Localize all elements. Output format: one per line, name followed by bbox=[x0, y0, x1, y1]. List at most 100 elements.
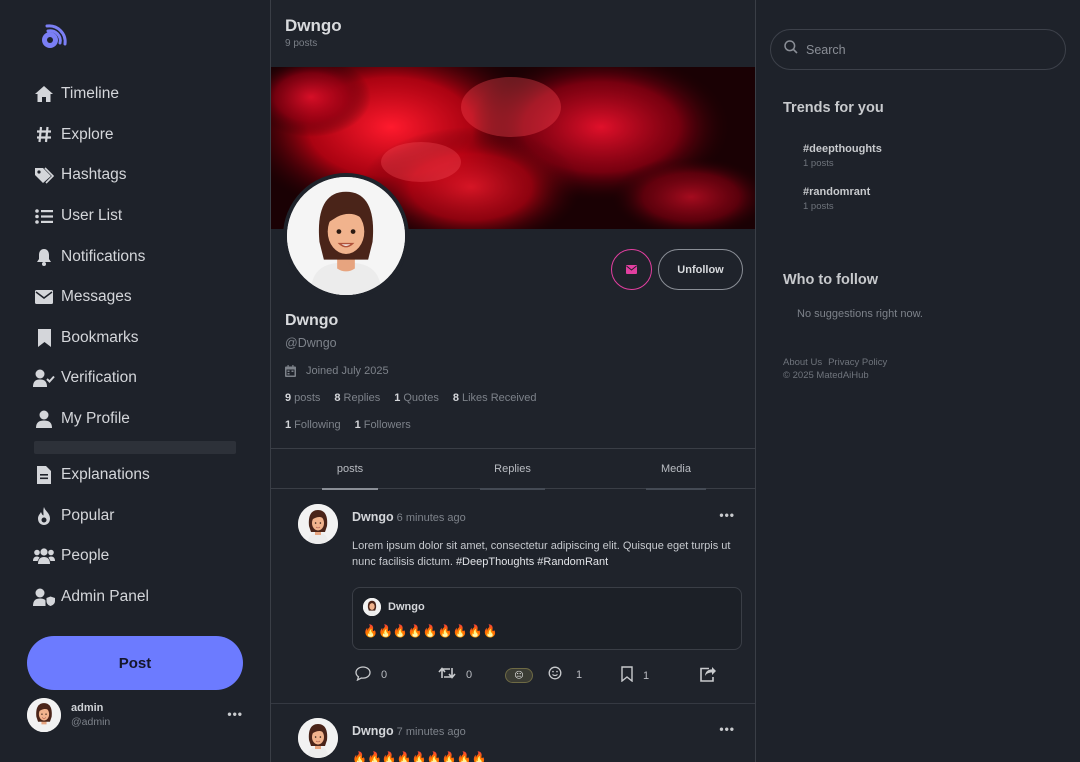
nav-item-bookmarks[interactable]: Bookmarks bbox=[33, 318, 243, 359]
stat-following[interactable]: 1 Following bbox=[285, 419, 341, 431]
footer: About Us Privacy Policy © 2025 MatedAiHub bbox=[783, 356, 893, 382]
about-link[interactable]: About Us bbox=[783, 357, 822, 368]
privacy-link[interactable]: Privacy Policy bbox=[828, 357, 887, 368]
post-header: Dwngo 7 minutes ago bbox=[352, 724, 466, 738]
post-header: Dwngo 6 minutes ago bbox=[352, 510, 466, 524]
profile-stats: 9 posts 8 Replies 1 Quotes 8 Likes Received bbox=[285, 392, 537, 404]
reply-button[interactable]: 0 bbox=[355, 666, 387, 684]
more-options-icon[interactable]: ••• bbox=[719, 722, 735, 736]
stat-label: posts bbox=[294, 392, 321, 404]
current-user-name: admin bbox=[71, 702, 104, 714]
empty-suggestions-text: No suggestions right now. bbox=[797, 308, 923, 320]
nav-item-label: My Profile bbox=[61, 410, 130, 428]
post-author[interactable]: Dwngo bbox=[352, 510, 394, 524]
repost-button[interactable]: 0 bbox=[438, 666, 472, 683]
bookmark-icon bbox=[621, 666, 643, 685]
stat-label: Replies bbox=[343, 392, 381, 404]
nav-item-label: Messages bbox=[61, 288, 132, 306]
post-time: 6 minutes ago bbox=[396, 512, 466, 524]
nav-item-label: Explanations bbox=[61, 466, 150, 484]
nav-item-notifications[interactable]: Notifications bbox=[33, 236, 243, 277]
post-button[interactable]: Post bbox=[27, 636, 243, 690]
react-button[interactable]: 1 bbox=[548, 666, 582, 683]
bookmark-icon bbox=[33, 328, 55, 348]
copyright: © 2025 MatedAiHub bbox=[783, 370, 869, 381]
nav-item-explanations[interactable]: Explanations bbox=[33, 455, 243, 496]
post-card[interactable]: Dwngo 6 minutes ago ••• Lorem ipsum dolor… bbox=[271, 490, 755, 704]
stat-label: Followers bbox=[363, 419, 411, 431]
bookmark-button[interactable]: 1 bbox=[621, 666, 649, 685]
nav-item-label: Notifications bbox=[61, 247, 146, 265]
message-button[interactable] bbox=[611, 249, 652, 290]
share-button[interactable] bbox=[699, 666, 727, 685]
page-title: Dwngo bbox=[285, 16, 342, 35]
reaction-badge[interactable]: 😐 bbox=[505, 668, 533, 683]
stat-quotes[interactable]: 1 Quotes bbox=[394, 392, 439, 404]
profile-header: Dwngo 9 posts bbox=[285, 16, 342, 49]
search-box[interactable] bbox=[770, 29, 1066, 70]
profile-column: Dwngo 9 posts Unfollow Dwngo @Dwngo Join… bbox=[270, 0, 756, 762]
nav-item-people[interactable]: People bbox=[33, 536, 243, 577]
stat-value: 8 bbox=[334, 392, 341, 404]
nav-item-messages[interactable]: Messages bbox=[33, 277, 243, 318]
stat-posts[interactable]: 9 posts bbox=[285, 392, 320, 404]
trend-item[interactable]: #deepthoughts 1 posts bbox=[803, 143, 882, 169]
stat-value: 1 bbox=[354, 419, 361, 431]
search-input[interactable] bbox=[806, 42, 1046, 57]
tab-replies[interactable]: Replies bbox=[480, 449, 545, 490]
nav-item-user-list[interactable]: User List bbox=[33, 196, 243, 237]
nav-divider bbox=[34, 441, 236, 454]
more-options-icon[interactable]: ••• bbox=[227, 707, 243, 721]
nav-item-popular[interactable]: Popular bbox=[33, 496, 243, 537]
main-nav: Timeline Explore Hashtags User List Noti… bbox=[33, 74, 243, 439]
trends-title: Trends for you bbox=[783, 100, 884, 116]
quoted-author: Dwngo bbox=[388, 601, 425, 613]
user-shield-icon bbox=[33, 587, 55, 607]
nav-item-hashtags[interactable]: Hashtags bbox=[33, 155, 243, 196]
nav-item-label: Admin Panel bbox=[61, 588, 149, 606]
profile-avatar[interactable] bbox=[283, 173, 409, 299]
current-user-handle: @admin bbox=[71, 716, 111, 728]
tab-media[interactable]: Media bbox=[646, 449, 706, 490]
avatar bbox=[363, 598, 381, 616]
post-time: 7 minutes ago bbox=[396, 726, 466, 738]
nav-item-verification[interactable]: Verification bbox=[33, 358, 243, 399]
right-sidebar: Trends for you #deepthoughts 1 posts #ra… bbox=[756, 0, 1080, 762]
profile-name: Dwngo bbox=[285, 312, 339, 329]
quoted-post[interactable]: Dwngo 🔥🔥🔥🔥🔥🔥🔥🔥🔥 bbox=[352, 587, 742, 650]
user-check-icon bbox=[33, 368, 55, 388]
reaction-count: 1 bbox=[576, 668, 583, 681]
tab-posts[interactable]: posts bbox=[322, 449, 378, 490]
logo-icon[interactable] bbox=[38, 20, 70, 52]
nav-item-my-profile[interactable]: My Profile bbox=[33, 399, 243, 440]
nav-item-label: Popular bbox=[61, 506, 115, 524]
secondary-nav: Explanations Popular People Admin Panel bbox=[33, 455, 243, 617]
avatar[interactable] bbox=[298, 504, 338, 544]
home-icon bbox=[33, 84, 55, 104]
tab-label: Replies bbox=[494, 463, 531, 475]
profile-tabs: posts Replies Media bbox=[271, 448, 755, 490]
nav-item-explore[interactable]: Explore bbox=[33, 115, 243, 156]
nav-item-label: Verification bbox=[61, 369, 137, 387]
more-options-icon[interactable]: ••• bbox=[719, 508, 735, 522]
nav-item-admin-panel[interactable]: Admin Panel bbox=[33, 577, 243, 618]
trend-count: 1 posts bbox=[803, 158, 834, 169]
unfollow-button[interactable]: Unfollow bbox=[658, 249, 743, 290]
post-card[interactable]: Dwngo 7 minutes ago ••• 🔥🔥🔥🔥🔥🔥🔥🔥🔥 bbox=[271, 704, 755, 762]
search-icon bbox=[784, 40, 798, 59]
trend-item[interactable]: #randomrant 1 posts bbox=[803, 186, 870, 212]
stat-value: 1 bbox=[394, 392, 401, 404]
smile-icon bbox=[548, 666, 572, 683]
nav-item-label: User List bbox=[61, 207, 123, 225]
stat-followers[interactable]: 1 Followers bbox=[355, 419, 411, 431]
nav-item-timeline[interactable]: Timeline bbox=[33, 74, 243, 115]
post-hashtags[interactable]: #DeepThoughts #RandomRant bbox=[456, 556, 608, 568]
stat-replies[interactable]: 8 Replies bbox=[334, 392, 380, 404]
share-icon bbox=[699, 666, 727, 685]
current-user-card[interactable]: admin @admin ••• bbox=[27, 697, 249, 733]
stat-value: 1 bbox=[285, 419, 292, 431]
calendar-icon bbox=[285, 365, 297, 377]
avatar[interactable] bbox=[298, 718, 338, 758]
stat-likes-received: 8 Likes Received bbox=[453, 392, 537, 404]
post-author[interactable]: Dwngo bbox=[352, 724, 394, 738]
